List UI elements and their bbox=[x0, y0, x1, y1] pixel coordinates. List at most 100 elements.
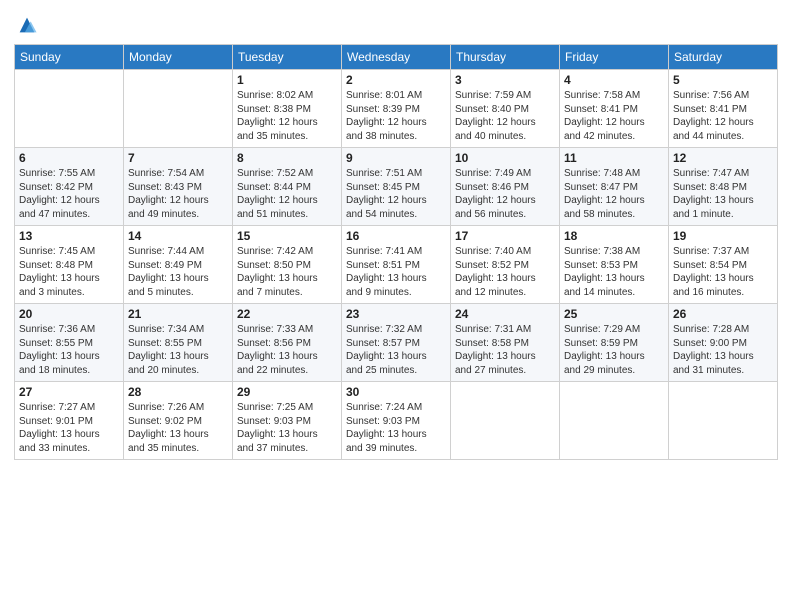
day-info: Sunrise: 7:25 AM Sunset: 9:03 PM Dayligh… bbox=[237, 401, 337, 455]
page-header bbox=[14, 10, 778, 36]
calendar-day-header: Saturday bbox=[669, 45, 778, 70]
day-info: Sunrise: 7:56 AM Sunset: 8:41 PM Dayligh… bbox=[673, 89, 773, 143]
day-info: Sunrise: 7:52 AM Sunset: 8:44 PM Dayligh… bbox=[237, 167, 337, 221]
day-number: 25 bbox=[564, 307, 664, 321]
day-number: 27 bbox=[19, 385, 119, 399]
calendar-day-header: Friday bbox=[560, 45, 669, 70]
calendar-day-header: Thursday bbox=[451, 45, 560, 70]
day-info: Sunrise: 7:41 AM Sunset: 8:51 PM Dayligh… bbox=[346, 245, 446, 299]
day-info: Sunrise: 7:42 AM Sunset: 8:50 PM Dayligh… bbox=[237, 245, 337, 299]
calendar-day-cell: 4Sunrise: 7:58 AM Sunset: 8:41 PM Daylig… bbox=[560, 70, 669, 148]
day-number: 12 bbox=[673, 151, 773, 165]
calendar-day-cell: 25 Sunrise: 7:29 AM Sunset: 8:59 PM Dayli… bbox=[560, 304, 669, 382]
calendar-day-cell: 28 Sunrise: 7:26 AM Sunset: 9:02 PM Dayli… bbox=[124, 382, 233, 460]
day-info: Sunrise: 7:34 AM Sunset: 8:55 PM Dayligh… bbox=[128, 323, 228, 377]
day-number: 2 bbox=[346, 73, 446, 87]
day-info: Sunrise: 7:44 AM Sunset: 8:49 PM Dayligh… bbox=[128, 245, 228, 299]
day-info: Sunrise: 7:36 AM Sunset: 8:55 PM Dayligh… bbox=[19, 323, 119, 377]
day-info: Sunrise: 7:51 AM Sunset: 8:45 PM Dayligh… bbox=[346, 167, 446, 221]
calendar-day-header: Wednesday bbox=[342, 45, 451, 70]
day-number: 28 bbox=[128, 385, 228, 399]
calendar-day-cell: 20 Sunrise: 7:36 AM Sunset: 8:55 PM Dayli… bbox=[15, 304, 124, 382]
day-number: 5 bbox=[673, 73, 773, 87]
day-info: Sunrise: 7:47 AM Sunset: 8:48 PM Dayligh… bbox=[673, 167, 773, 221]
logo bbox=[14, 14, 38, 36]
calendar-day-cell: 29 Sunrise: 7:25 AM Sunset: 9:03 PM Dayli… bbox=[233, 382, 342, 460]
page-container: SundayMondayTuesdayWednesdayThursdayFrid… bbox=[0, 0, 792, 612]
day-info: Sunrise: 7:45 AM Sunset: 8:48 PM Dayligh… bbox=[19, 245, 119, 299]
calendar-day-cell bbox=[560, 382, 669, 460]
calendar-day-cell: 6 Sunrise: 7:55 AM Sunset: 8:42 PM Daylig… bbox=[15, 148, 124, 226]
day-number: 11 bbox=[564, 151, 664, 165]
calendar-day-cell bbox=[15, 70, 124, 148]
day-number: 13 bbox=[19, 229, 119, 243]
day-info: Sunrise: 7:48 AM Sunset: 8:47 PM Dayligh… bbox=[564, 167, 664, 221]
calendar-day-cell: 26 Sunrise: 7:28 AM Sunset: 9:00 PM Dayli… bbox=[669, 304, 778, 382]
calendar-day-cell: 8 Sunrise: 7:52 AM Sunset: 8:44 PM Daylig… bbox=[233, 148, 342, 226]
day-number: 20 bbox=[19, 307, 119, 321]
calendar-day-cell: 15 Sunrise: 7:42 AM Sunset: 8:50 PM Dayli… bbox=[233, 226, 342, 304]
day-info: Sunrise: 7:54 AM Sunset: 8:43 PM Dayligh… bbox=[128, 167, 228, 221]
calendar-day-cell: 13 Sunrise: 7:45 AM Sunset: 8:48 PM Dayli… bbox=[15, 226, 124, 304]
calendar-day-cell: 9 Sunrise: 7:51 AM Sunset: 8:45 PM Daylig… bbox=[342, 148, 451, 226]
calendar-week-row: 20 Sunrise: 7:36 AM Sunset: 8:55 PM Dayli… bbox=[15, 304, 778, 382]
calendar-day-cell: 24Sunrise: 7:31 AM Sunset: 8:58 PM Dayli… bbox=[451, 304, 560, 382]
calendar-day-cell: 1Sunrise: 8:02 AM Sunset: 8:38 PM Daylig… bbox=[233, 70, 342, 148]
calendar-day-cell: 19 Sunrise: 7:37 AM Sunset: 8:54 PM Dayli… bbox=[669, 226, 778, 304]
calendar-day-cell: 10 Sunrise: 7:49 AM Sunset: 8:46 PM Dayli… bbox=[451, 148, 560, 226]
day-number: 22 bbox=[237, 307, 337, 321]
calendar-day-cell: 18 Sunrise: 7:38 AM Sunset: 8:53 PM Dayli… bbox=[560, 226, 669, 304]
day-info: Sunrise: 8:01 AM Sunset: 8:39 PM Dayligh… bbox=[346, 89, 446, 143]
calendar-day-cell: 30 Sunrise: 7:24 AM Sunset: 9:03 PM Dayli… bbox=[342, 382, 451, 460]
calendar-day-cell: 5 Sunrise: 7:56 AM Sunset: 8:41 PM Daylig… bbox=[669, 70, 778, 148]
day-number: 21 bbox=[128, 307, 228, 321]
calendar-week-row: 1Sunrise: 8:02 AM Sunset: 8:38 PM Daylig… bbox=[15, 70, 778, 148]
day-number: 16 bbox=[346, 229, 446, 243]
day-number: 14 bbox=[128, 229, 228, 243]
calendar-day-cell: 3 Sunrise: 7:59 AM Sunset: 8:40 PM Daylig… bbox=[451, 70, 560, 148]
day-number: 23 bbox=[346, 307, 446, 321]
day-number: 7 bbox=[128, 151, 228, 165]
day-number: 26 bbox=[673, 307, 773, 321]
day-info: Sunrise: 7:29 AM Sunset: 8:59 PM Dayligh… bbox=[564, 323, 664, 377]
calendar-day-cell: 14 Sunrise: 7:44 AM Sunset: 8:49 PM Dayli… bbox=[124, 226, 233, 304]
calendar-day-cell: 22 Sunrise: 7:33 AM Sunset: 8:56 PM Dayli… bbox=[233, 304, 342, 382]
calendar-day-cell: 21 Sunrise: 7:34 AM Sunset: 8:55 PM Dayli… bbox=[124, 304, 233, 382]
calendar-day-header: Monday bbox=[124, 45, 233, 70]
day-info: Sunrise: 7:38 AM Sunset: 8:53 PM Dayligh… bbox=[564, 245, 664, 299]
day-info: Sunrise: 7:37 AM Sunset: 8:54 PM Dayligh… bbox=[673, 245, 773, 299]
day-info: Sunrise: 7:28 AM Sunset: 9:00 PM Dayligh… bbox=[673, 323, 773, 377]
logo-icon bbox=[16, 14, 38, 36]
day-info: Sunrise: 7:27 AM Sunset: 9:01 PM Dayligh… bbox=[19, 401, 119, 455]
calendar-day-cell bbox=[124, 70, 233, 148]
day-number: 1 bbox=[237, 73, 337, 87]
day-info: Sunrise: 7:55 AM Sunset: 8:42 PM Dayligh… bbox=[19, 167, 119, 221]
day-info: Sunrise: 7:33 AM Sunset: 8:56 PM Dayligh… bbox=[237, 323, 337, 377]
day-info: Sunrise: 7:32 AM Sunset: 8:57 PM Dayligh… bbox=[346, 323, 446, 377]
day-number: 29 bbox=[237, 385, 337, 399]
day-number: 9 bbox=[346, 151, 446, 165]
calendar-day-cell: 27 Sunrise: 7:27 AM Sunset: 9:01 PM Dayli… bbox=[15, 382, 124, 460]
calendar-week-row: 13 Sunrise: 7:45 AM Sunset: 8:48 PM Dayli… bbox=[15, 226, 778, 304]
calendar-day-cell bbox=[451, 382, 560, 460]
day-number: 17 bbox=[455, 229, 555, 243]
calendar-header-row: SundayMondayTuesdayWednesdayThursdayFrid… bbox=[15, 45, 778, 70]
calendar-day-cell bbox=[669, 382, 778, 460]
day-number: 6 bbox=[19, 151, 119, 165]
day-info: Sunrise: 7:26 AM Sunset: 9:02 PM Dayligh… bbox=[128, 401, 228, 455]
day-number: 18 bbox=[564, 229, 664, 243]
day-info: Sunrise: 7:49 AM Sunset: 8:46 PM Dayligh… bbox=[455, 167, 555, 221]
calendar-day-header: Tuesday bbox=[233, 45, 342, 70]
day-info: Sunrise: 7:24 AM Sunset: 9:03 PM Dayligh… bbox=[346, 401, 446, 455]
calendar-week-row: 6 Sunrise: 7:55 AM Sunset: 8:42 PM Daylig… bbox=[15, 148, 778, 226]
day-number: 30 bbox=[346, 385, 446, 399]
day-number: 15 bbox=[237, 229, 337, 243]
day-info: Sunrise: 7:40 AM Sunset: 8:52 PM Dayligh… bbox=[455, 245, 555, 299]
day-number: 10 bbox=[455, 151, 555, 165]
day-number: 3 bbox=[455, 73, 555, 87]
calendar-table: SundayMondayTuesdayWednesdayThursdayFrid… bbox=[14, 44, 778, 460]
calendar-day-cell: 23 Sunrise: 7:32 AM Sunset: 8:57 PM Dayli… bbox=[342, 304, 451, 382]
day-number: 8 bbox=[237, 151, 337, 165]
day-number: 19 bbox=[673, 229, 773, 243]
day-info: Sunrise: 7:59 AM Sunset: 8:40 PM Dayligh… bbox=[455, 89, 555, 143]
